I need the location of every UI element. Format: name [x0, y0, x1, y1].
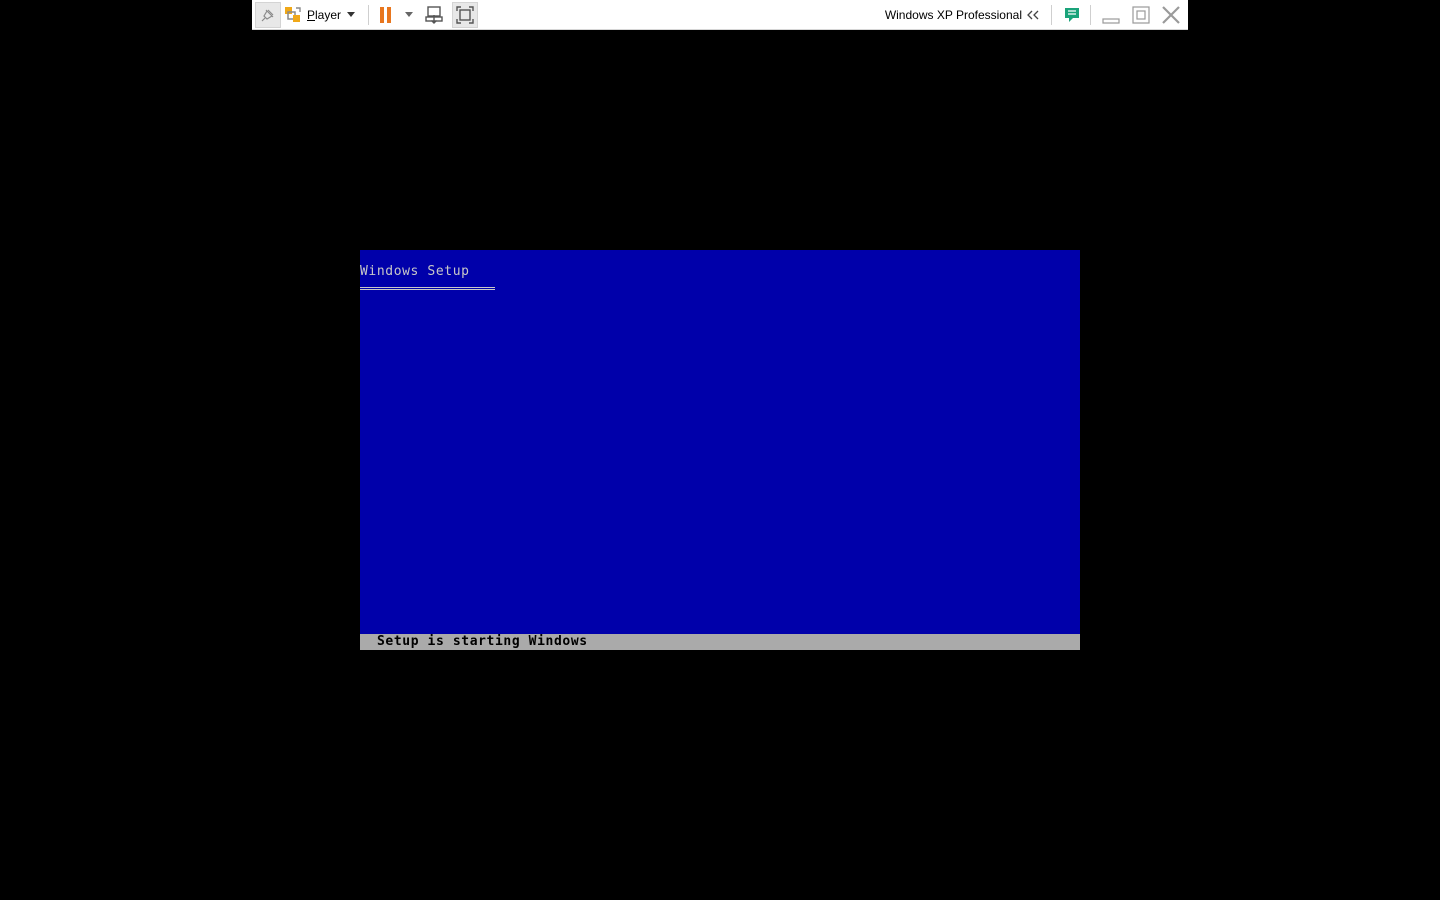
fit-guest-icon: [456, 6, 474, 24]
send-ctrl-alt-del-button[interactable]: [422, 0, 446, 29]
vmware-player-icon: [285, 6, 301, 22]
restore-icon: [1132, 5, 1150, 24]
setup-title-underline: [360, 287, 495, 290]
vm-name-label: Windows XP Professional: [884, 7, 1022, 22]
close-button[interactable]: [1158, 0, 1184, 29]
double-chevron-left-icon: [1027, 10, 1039, 19]
setup-status-bar: Setup is starting Windows: [360, 634, 1080, 650]
collapse-toolbar-button[interactable]: [1024, 0, 1042, 29]
minimize-icon: [1102, 17, 1120, 24]
message-log-button[interactable]: [1061, 0, 1083, 29]
player-menu-label: Player: [307, 7, 342, 22]
chevron-down-icon: [405, 12, 413, 17]
minimize-button[interactable]: [1098, 0, 1124, 29]
setup-status-text: Setup is starting Windows: [377, 634, 588, 649]
setup-title: Windows Setup: [360, 264, 470, 279]
pause-options-button[interactable]: [402, 0, 416, 29]
pause-button[interactable]: [376, 0, 396, 29]
pin-icon: [261, 9, 274, 22]
close-icon: [1162, 5, 1180, 24]
fit-guest-button[interactable]: [452, 2, 478, 28]
pin-toolbar-button[interactable]: [255, 2, 281, 28]
chevron-down-icon: [347, 12, 356, 17]
guest-screen[interactable]: Windows Setup Setup is starting Windows: [360, 250, 1080, 650]
toolbar-separator: [368, 5, 369, 25]
vm-toolbar: Player Windows XP Professional: [252, 0, 1188, 30]
message-log-icon: [1065, 7, 1079, 22]
send-ctrl-alt-del-icon: [425, 5, 443, 24]
toolbar-separator: [1090, 5, 1091, 25]
toolbar-separator: [1051, 5, 1052, 25]
restore-button[interactable]: [1128, 0, 1154, 29]
pause-icon: [380, 6, 391, 23]
player-menu-button[interactable]: Player: [284, 0, 360, 29]
